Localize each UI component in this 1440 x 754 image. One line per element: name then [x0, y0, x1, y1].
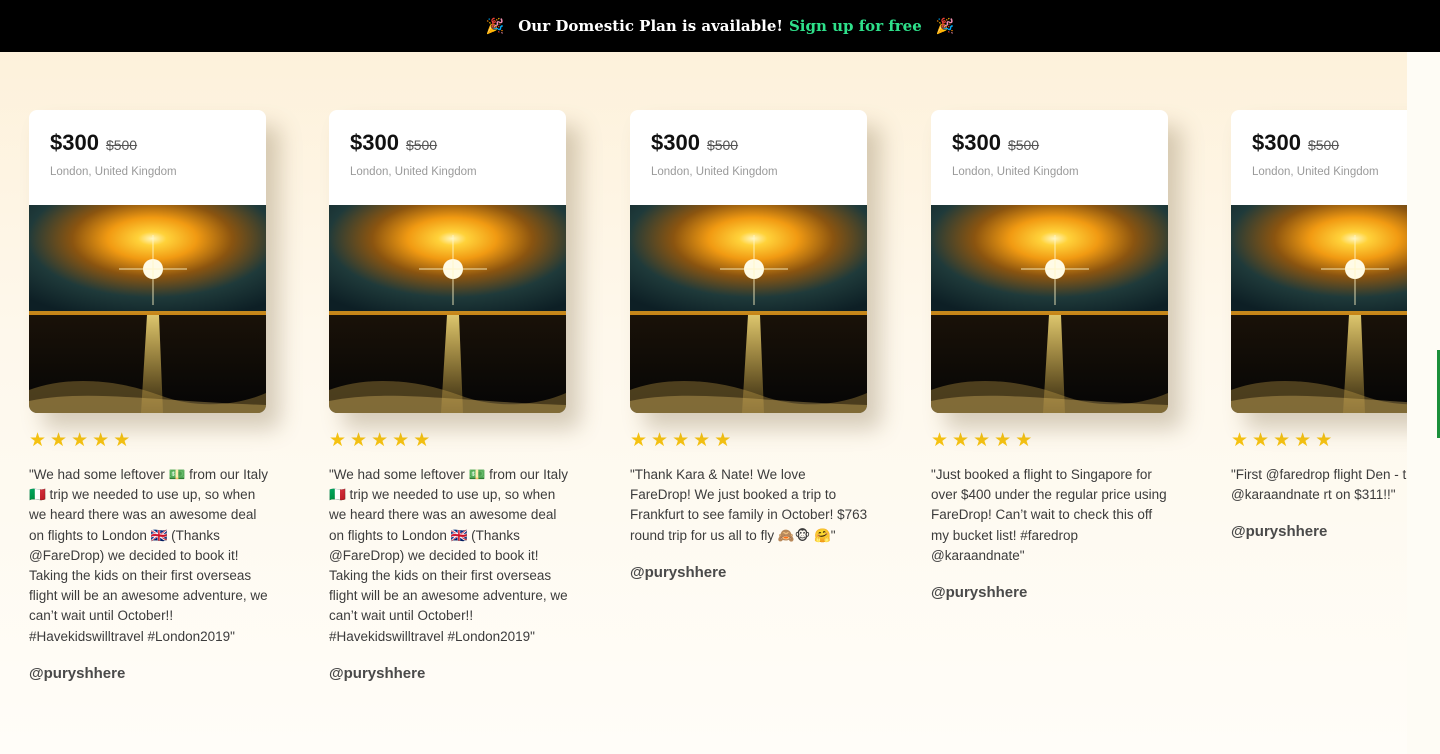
star-icon: ★ — [973, 430, 991, 451]
testimonial-quote: "Thank Kara & Nate! We love FareDrop! We… — [630, 467, 868, 543]
deal-location: London, United Kingdom — [952, 166, 1079, 178]
original-price: $500 — [1307, 137, 1340, 153]
testimonial-card-3: $300 $500 London, United Kingdom ★ ★ ★ ★… — [630, 110, 870, 582]
star-icon: ★ — [413, 430, 431, 451]
sunset-beach-image — [931, 205, 1168, 413]
original-price: $500 — [706, 137, 739, 153]
deal-card-header: $300 $500 London, United Kingdom — [329, 110, 566, 205]
testimonial-quote: "Just booked a flight to Singapore for o… — [931, 467, 1167, 563]
sunset-beach-image — [329, 205, 566, 413]
sunset-beach-image — [29, 205, 266, 413]
user-handle[interactable]: @puryshhere — [931, 584, 1027, 601]
user-handle[interactable]: @puryshhere — [1231, 523, 1327, 540]
deal-card-header: $300 $500 London, United Kingdom — [630, 110, 867, 205]
banner-text: Our Domestic Plan is available! — [518, 17, 783, 35]
testimonial-quote: "We had some leftover 💵 from our Italy 🇮… — [29, 467, 268, 644]
star-icon: ★ — [714, 430, 732, 451]
party-popper-icon: 🎉 — [485, 17, 505, 35]
deal-location: London, United Kingdom — [651, 166, 778, 178]
star-icon: ★ — [1252, 430, 1270, 451]
star-icon: ★ — [350, 430, 368, 451]
price-row: $300 $500 — [50, 130, 245, 156]
star-icon: ★ — [29, 430, 47, 451]
star-icon: ★ — [50, 430, 68, 451]
star-icon: ★ — [113, 430, 131, 451]
star-icon: ★ — [952, 430, 970, 451]
star-icon: ★ — [630, 430, 648, 451]
deal-price: $300 — [1252, 130, 1301, 155]
testimonials-carousel[interactable]: $300 $500 London, United Kingdom ★ ★ ★ ★… — [0, 52, 1407, 754]
testimonial-quote: "First @faredrop flight Den - thanks @ka… — [1231, 467, 1407, 503]
rating-stars: ★ ★ ★ ★ ★ — [329, 431, 569, 451]
star-icon: ★ — [994, 430, 1012, 451]
sunset-beach-image — [630, 205, 867, 413]
price-row: $300 $500 — [350, 130, 545, 156]
deal-card[interactable]: $300 $500 London, United Kingdom — [1231, 110, 1407, 413]
deal-location: London, United Kingdom — [350, 166, 477, 178]
carousel-track: $300 $500 London, United Kingdom ★ ★ ★ ★… — [0, 52, 1407, 754]
star-icon: ★ — [392, 430, 410, 451]
sign-up-link[interactable]: Sign up for free — [789, 17, 922, 35]
price-row: $300 $500 — [651, 130, 846, 156]
star-icon: ★ — [1231, 430, 1249, 451]
deal-card[interactable]: $300 $500 London, United Kingdom — [29, 110, 266, 413]
price-row: $300 $500 — [1252, 130, 1407, 156]
testimonial-card-4: $300 $500 London, United Kingdom ★ ★ ★ ★… — [931, 110, 1171, 602]
star-icon: ★ — [329, 430, 347, 451]
original-price: $500 — [405, 137, 438, 153]
rating-stars: ★ ★ ★ ★ ★ — [1231, 431, 1407, 451]
user-handle[interactable]: @puryshhere — [29, 665, 125, 682]
deal-price: $300 — [651, 130, 700, 155]
deal-card-header: $300 $500 London, United Kingdom — [29, 110, 266, 205]
star-icon: ★ — [931, 430, 949, 451]
testimonial-card-2: $300 $500 London, United Kingdom ★ ★ ★ ★… — [329, 110, 569, 683]
carousel-edge-fade — [1407, 52, 1440, 754]
testimonial-card-5: $300 $500 London, United Kingdom ★ ★ ★ ★… — [1231, 110, 1407, 541]
price-row: $300 $500 — [952, 130, 1147, 156]
star-icon: ★ — [92, 430, 110, 451]
star-icon: ★ — [1294, 430, 1312, 451]
user-handle[interactable]: @puryshhere — [329, 665, 425, 682]
star-icon: ★ — [672, 430, 690, 451]
star-icon: ★ — [1273, 430, 1291, 451]
deal-price: $300 — [50, 130, 99, 155]
deal-card[interactable]: $300 $500 London, United Kingdom — [329, 110, 566, 413]
star-icon: ★ — [693, 430, 711, 451]
original-price: $500 — [105, 137, 138, 153]
deal-price: $300 — [952, 130, 1001, 155]
star-icon: ★ — [371, 430, 389, 451]
user-handle[interactable]: @puryshhere — [630, 564, 726, 581]
announcement-banner: 🎉 Our Domestic Plan is available! Sign u… — [0, 0, 1440, 52]
testimonial-quote: "We had some leftover 💵 from our Italy 🇮… — [329, 467, 568, 644]
deal-location: London, United Kingdom — [50, 166, 177, 178]
rating-stars: ★ ★ ★ ★ ★ — [931, 431, 1171, 451]
sunset-beach-image — [1231, 205, 1407, 413]
testimonial-card-1: $300 $500 London, United Kingdom ★ ★ ★ ★… — [29, 110, 269, 683]
deal-location: London, United Kingdom — [1252, 166, 1379, 178]
star-icon: ★ — [71, 430, 89, 451]
star-icon: ★ — [651, 430, 669, 451]
star-icon: ★ — [1015, 430, 1033, 451]
party-popper-icon: 🎉 — [935, 17, 955, 35]
rating-stars: ★ ★ ★ ★ ★ — [630, 431, 870, 451]
original-price: $500 — [1007, 137, 1040, 153]
rating-stars: ★ ★ ★ ★ ★ — [29, 431, 269, 451]
deal-card-header: $300 $500 London, United Kingdom — [1231, 110, 1407, 205]
star-icon: ★ — [1315, 430, 1333, 451]
deal-price: $300 — [350, 130, 399, 155]
deal-card[interactable]: $300 $500 London, United Kingdom — [630, 110, 867, 413]
deal-card-header: $300 $500 London, United Kingdom — [931, 110, 1168, 205]
deal-card[interactable]: $300 $500 London, United Kingdom — [931, 110, 1168, 413]
